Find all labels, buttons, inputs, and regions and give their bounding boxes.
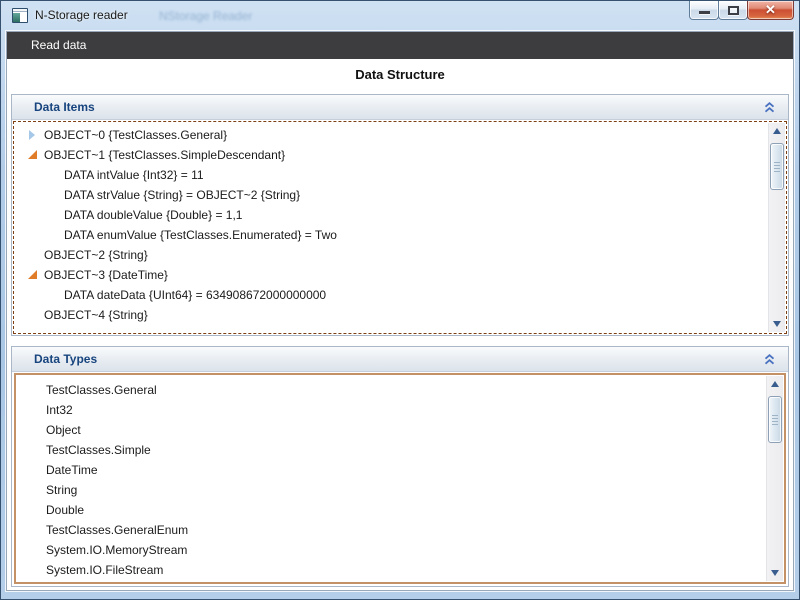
menubar: Read data [7,32,793,59]
tree-item-label: OBJECT~0 {TestClasses.General} [44,128,228,142]
data-items-tree: OBJECT~0 {TestClasses.General} OBJECT~1 … [13,121,787,334]
tree-expander-icon[interactable] [26,250,40,260]
data-types-scrollbar[interactable] [766,376,783,581]
tree-expander-icon[interactable] [46,170,60,180]
tree-item[interactable]: OBJECT~1 {TestClasses.SimpleDescendant} [14,145,786,165]
chevron-double-up-icon [764,101,774,112]
tree-item[interactable]: DATA doubleValue {Double} = 1,1 [14,205,786,225]
data-items-collapse-button[interactable] [760,98,778,116]
minimize-icon [699,11,710,14]
tree-item[interactable]: DATA dateData {UInt64} = 634908672000000… [14,285,786,305]
tree-item-label: DATA intValue {Int32} = 11 [64,168,204,182]
list-item[interactable]: String [16,480,784,500]
tree-item[interactable]: DATA strValue {String} = OBJECT~2 {Strin… [14,185,786,205]
tree-expander-icon[interactable] [26,150,40,160]
list-item-label: Int32 [46,403,73,417]
triangle-up-icon [771,381,779,387]
tree-item[interactable]: OBJECT~0 {TestClasses.General} [14,125,786,145]
background-window-ghost-title: NStorage Reader [159,9,253,23]
tree-item[interactable]: OBJECT~4 {String} [14,305,786,325]
triangle-up-icon [773,128,781,134]
close-icon: ✕ [765,2,776,17]
maximize-button[interactable] [718,1,748,20]
list-item[interactable]: TestClasses.General [16,380,784,400]
minimize-button[interactable] [689,1,719,20]
list-item[interactable]: Double [16,500,784,520]
list-item[interactable]: TestClasses.GeneralEnum [16,520,784,540]
list-item-label: String [46,483,78,497]
list-item-label: DateTime [46,463,98,477]
tree-item-label: OBJECT~1 {TestClasses.SimpleDescendant} [44,148,286,162]
tree-item-label: DATA dateData {UInt64} = 634908672000000… [64,288,327,302]
tree-item-label: DATA enumValue {TestClasses.Enumerated} … [64,228,337,242]
tree-item-label: DATA doubleValue {Double} = 1,1 [64,208,243,222]
data-items-header: Data Items [12,95,788,120]
tree-expander-icon[interactable] [26,310,40,320]
app-window: N-Storage reader NStorage Reader ✕ Read … [0,0,800,600]
list-item[interactable]: Object [16,420,784,440]
scroll-up-button[interactable] [769,123,785,139]
data-types-section: Data Types TestClasses.General Int32 Obj… [11,346,789,587]
page-title: Data Structure [355,67,445,82]
tree-item[interactable]: OBJECT~3 {DateTime} [14,265,786,285]
maximize-icon [728,6,739,15]
tree-expander-icon[interactable] [26,130,40,140]
close-button[interactable]: ✕ [747,1,794,20]
list-item-label: TestClasses.GeneralEnum [46,523,189,537]
triangle-down-icon [771,570,779,576]
scroll-down-button[interactable] [767,565,783,581]
data-items-title: Data Items [34,100,95,114]
triangle-down-icon [773,321,781,327]
caption-buttons: ✕ [689,1,794,20]
scrollbar-thumb[interactable] [768,396,782,443]
tree-expander-icon[interactable] [46,210,60,220]
list-item[interactable]: DateTime [16,460,784,480]
scrollbar-thumb[interactable] [770,143,784,190]
app-icon [12,8,28,23]
list-item-label: System.IO.FileStream [46,563,164,577]
list-item-label: System.IO.MemoryStream [46,543,188,557]
list-item[interactable]: System.IO.FileStream [16,560,784,580]
window-title: N-Storage reader [35,8,128,22]
data-items-scrollbar[interactable] [768,123,785,332]
list-item-label: Double [46,503,85,517]
tree-item-label: OBJECT~4 {String} [44,308,148,322]
data-items-section: Data Items OBJECT~0 {TestClasses.General… [11,94,789,336]
chevron-double-up-icon [764,353,774,364]
client-area: Read data Data Structure Data Items OBJE… [6,31,794,591]
tree-item-label: DATA strValue {String} = OBJECT~2 {Strin… [64,188,301,202]
list-item-label: TestClasses.General [46,383,157,397]
data-types-header: Data Types [12,347,788,372]
data-types-list: TestClasses.General Int32 Object TestCla… [14,373,786,584]
list-item-label: TestClasses.Simple [46,443,151,457]
list-item[interactable]: Int32 [16,400,784,420]
data-types-collapse-button[interactable] [760,350,778,368]
list-item[interactable]: TestClasses.Simple [16,440,784,460]
tree-item-label: OBJECT~2 {String} [44,248,148,262]
list-item-label: Object [46,423,81,437]
tree-item[interactable]: OBJECT~2 {String} [14,245,786,265]
tree-item-label: OBJECT~3 {DateTime} [44,268,168,282]
tree-expander-icon[interactable] [26,270,40,280]
tree-item[interactable]: DATA enumValue {TestClasses.Enumerated} … [14,225,786,245]
menu-item-read-data[interactable]: Read data [7,32,100,59]
tree-item[interactable]: DATA intValue {Int32} = 11 [14,165,786,185]
tree-expander-icon[interactable] [46,230,60,240]
list-item[interactable]: System.IO.MemoryStream [16,540,784,560]
titlebar[interactable]: N-Storage reader NStorage Reader ✕ [1,1,799,31]
data-types-title: Data Types [34,352,98,366]
scroll-down-button[interactable] [769,316,785,332]
tree-expander-icon[interactable] [46,290,60,300]
scroll-up-button[interactable] [767,376,783,392]
tree-expander-icon[interactable] [46,190,60,200]
